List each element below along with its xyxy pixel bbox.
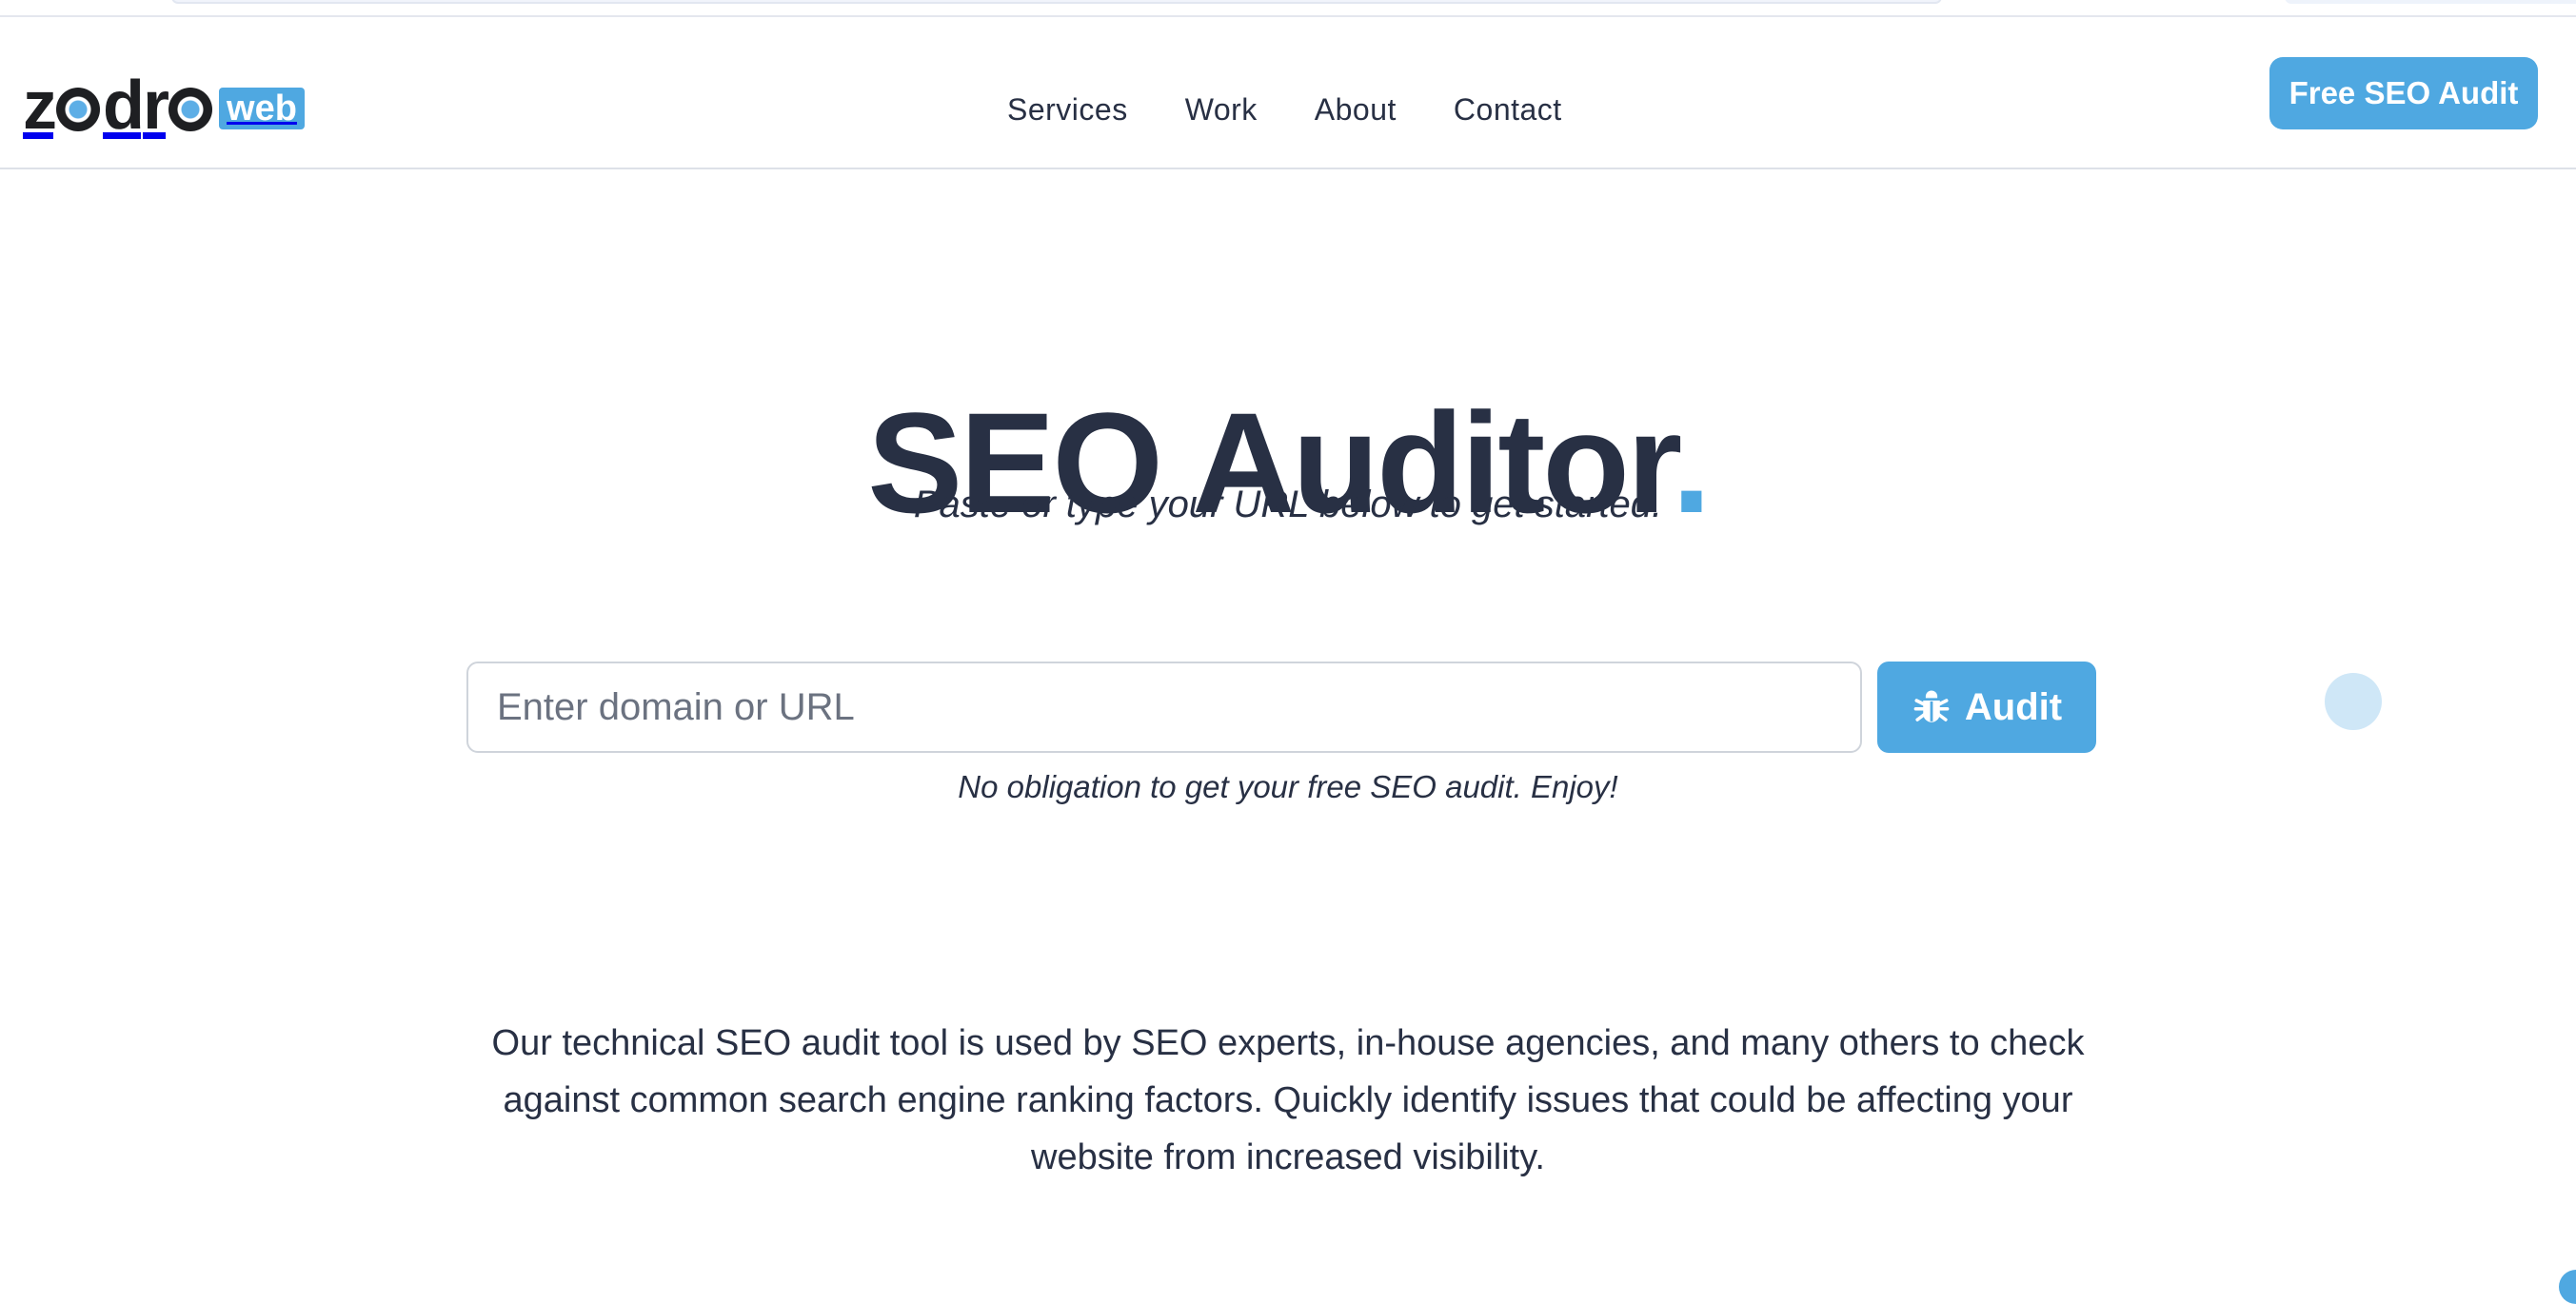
nav-item-work[interactable]: Work <box>1185 70 1258 148</box>
nav-item-services[interactable]: Services <box>1007 70 1128 148</box>
logo-badge: web <box>219 88 305 129</box>
no-obligation-note: No obligation to get your free SEO audit… <box>958 769 1618 804</box>
audit-button-label: Audit <box>1964 685 2063 728</box>
main-nav: Services Work About Contact <box>1007 70 1562 148</box>
toolbar-edge <box>2285 0 2576 4</box>
free-seo-audit-button[interactable]: Free SEO Audit <box>2269 57 2538 129</box>
logo-letters-d: d <box>103 68 145 144</box>
audit-form: Audit <box>466 662 2096 753</box>
corner-widget[interactable] <box>2559 1270 2576 1304</box>
browser-top-strip <box>0 0 2576 17</box>
logo-ring-icon <box>56 88 100 131</box>
logo-wordmark: z d r <box>23 71 213 140</box>
site-header: z d r web Services Work About Contact Fr… <box>0 17 2576 169</box>
address-bar-edge <box>171 0 1942 4</box>
floating-chat-bubble[interactable] <box>2325 673 2382 730</box>
url-input[interactable] <box>466 662 1862 753</box>
logo-letters-za: z <box>23 68 57 144</box>
site-logo[interactable]: z d r web <box>23 71 305 140</box>
page-subtitle: Paste or type your URL below to get star… <box>913 484 1663 525</box>
audit-button[interactable]: Audit <box>1877 662 2096 753</box>
tool-description: Our technical SEO audit tool is used by … <box>491 1023 2085 1177</box>
logo-ring-icon <box>168 88 213 131</box>
nav-item-about[interactable]: About <box>1315 70 1397 148</box>
bug-icon <box>1913 690 1950 722</box>
logo-letters-r: r <box>142 68 169 144</box>
nav-item-contact[interactable]: Contact <box>1454 70 1562 148</box>
